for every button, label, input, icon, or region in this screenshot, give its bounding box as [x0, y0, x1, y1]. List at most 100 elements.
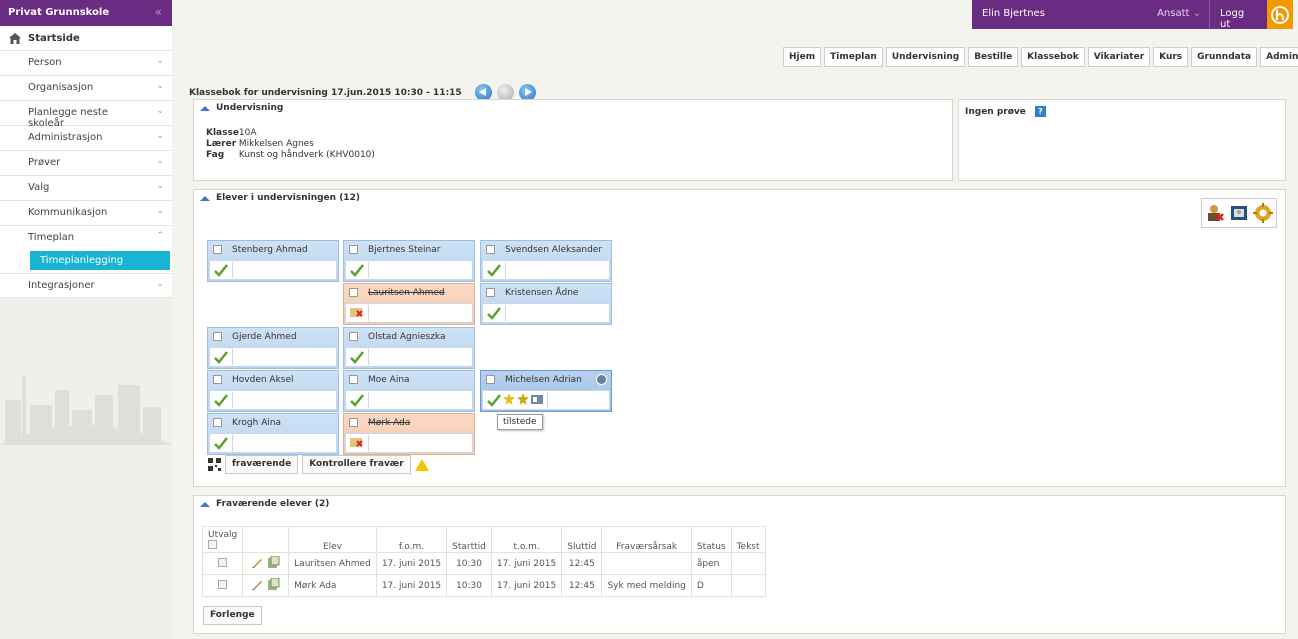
- elever-header[interactable]: Elever i undervisningen (12): [194, 190, 1285, 206]
- logout-button[interactable]: Logg ut: [1209, 0, 1267, 30]
- gear-icon[interactable]: [1253, 203, 1273, 223]
- present-check-icon[interactable]: [487, 393, 501, 407]
- student-card[interactable]: Lauritsen Ahmed: [343, 283, 475, 325]
- qr-code-icon[interactable]: [208, 458, 221, 471]
- student-note-field[interactable]: [505, 262, 609, 278]
- chevron-up-icon: ⌃: [156, 231, 164, 241]
- present-check-icon[interactable]: [350, 263, 364, 277]
- row-checkbox[interactable]: [218, 557, 228, 567]
- student-note-field[interactable]: [368, 392, 472, 408]
- student-note-field[interactable]: [547, 392, 587, 408]
- tab-timeplan[interactable]: Timeplan: [824, 47, 883, 67]
- user-menu[interactable]: Elin Bjertnes Ansatt ⌄: [972, 0, 1209, 29]
- select-all-checkbox[interactable]: [208, 540, 217, 549]
- present-check-icon[interactable]: [214, 263, 228, 277]
- star-plus-icon[interactable]: [503, 393, 515, 405]
- student-card[interactable]: Olstad Agnieszka: [343, 327, 475, 369]
- student-card[interactable]: Stenberg Ahmad: [207, 240, 339, 282]
- student-note-field[interactable]: [368, 349, 472, 365]
- student-card[interactable]: Kristensen Ådne: [480, 283, 612, 325]
- present-check-icon[interactable]: [214, 350, 228, 364]
- menu-label: Person: [28, 57, 62, 68]
- absent-flag-icon[interactable]: [350, 307, 364, 319]
- pencil-icon[interactable]: [251, 578, 264, 591]
- menu-item-organisasjon[interactable]: Organisasjon ⌄: [0, 76, 172, 101]
- present-check-icon[interactable]: [350, 350, 364, 364]
- student-checkbox[interactable]: [349, 418, 358, 427]
- user-role[interactable]: Ansatt ⌄: [1157, 8, 1201, 19]
- absent-flag-icon[interactable]: [350, 437, 364, 449]
- document-icon[interactable]: [267, 555, 280, 569]
- tab-kurs[interactable]: Kurs: [1153, 47, 1189, 67]
- pencil-icon[interactable]: [251, 556, 264, 569]
- student-card[interactable]: Bjertnes Steinar: [343, 240, 475, 282]
- collapse-sidebar-icon[interactable]: «: [155, 5, 162, 19]
- cell-elev: Mørk Ada: [288, 574, 377, 597]
- menu-item-person[interactable]: Person ⌄: [0, 51, 172, 76]
- student-note-field[interactable]: [505, 305, 609, 321]
- present-check-icon[interactable]: [487, 306, 501, 320]
- student-checkbox[interactable]: [349, 375, 358, 384]
- menu-item-administrasjon[interactable]: Administrasjon ⌄: [0, 126, 172, 151]
- tab-vikariater[interactable]: Vikariater: [1087, 47, 1151, 67]
- student-card[interactable]: Gjerde Ahmed: [207, 327, 339, 369]
- tab-hjem[interactable]: Hjem: [783, 47, 822, 67]
- remove-substitute-icon[interactable]: [1205, 203, 1225, 223]
- fravaerende-header[interactable]: Fraværende elever (2): [194, 496, 1285, 512]
- student-checkbox[interactable]: [486, 288, 495, 297]
- row-checkbox[interactable]: [218, 579, 228, 589]
- star-minus-icon[interactable]: [517, 393, 529, 405]
- present-check-icon[interactable]: [350, 393, 364, 407]
- tab-klassebok[interactable]: Klassebok: [1021, 47, 1085, 67]
- student-note-field[interactable]: [232, 435, 336, 451]
- kontrollere-fravaer-button[interactable]: Kontrollere fravær: [302, 455, 411, 474]
- forlenge-button[interactable]: Forlenge: [203, 606, 262, 625]
- student-note-field[interactable]: [368, 435, 472, 451]
- column-label: Utvalg: [208, 530, 238, 540]
- student-info-icon[interactable]: [596, 374, 607, 385]
- student-checkbox[interactable]: [213, 245, 222, 254]
- menu-item-integrasjoner[interactable]: Integrasjoner ⌄: [0, 273, 172, 298]
- photo-icon[interactable]: [1229, 203, 1249, 223]
- menu-item-startside[interactable]: Startside: [0, 26, 172, 51]
- student-checkbox[interactable]: [349, 245, 358, 254]
- menu-item-valg[interactable]: Valg ⌄: [0, 176, 172, 201]
- student-note-field[interactable]: [368, 305, 472, 321]
- student-card[interactable]: Michelsen Adrian: [480, 370, 612, 412]
- student-checkbox[interactable]: [213, 375, 222, 384]
- menu-item-planlegge[interactable]: Planlegge neste skoleår ⌄: [0, 101, 172, 129]
- menu-item-prover[interactable]: Prøver ⌄: [0, 151, 172, 176]
- present-check-icon[interactable]: [214, 393, 228, 407]
- student-note-field[interactable]: [232, 349, 336, 365]
- undervisning-header[interactable]: Undervisning: [194, 100, 952, 116]
- menu-subitem-timeplanlegging[interactable]: Timeplanlegging: [30, 251, 170, 270]
- student-card[interactable]: Krogh Aina: [207, 413, 339, 455]
- student-note-field[interactable]: [232, 392, 336, 408]
- document-icon[interactable]: [267, 577, 280, 591]
- menu-item-kommunikasjon[interactable]: Kommunikasjon ⌄: [0, 201, 172, 226]
- tab-bestille[interactable]: Bestille: [968, 47, 1019, 67]
- student-note-field[interactable]: [368, 262, 472, 278]
- present-check-icon[interactable]: [487, 263, 501, 277]
- student-checkbox[interactable]: [486, 375, 495, 384]
- student-card[interactable]: Hovden Aksel: [207, 370, 339, 412]
- student-card[interactable]: Svendsen Aleksander: [480, 240, 612, 282]
- tab-administrasjon[interactable]: Administrasjon: [1260, 47, 1298, 67]
- student-checkbox[interactable]: [213, 332, 222, 341]
- student-checkbox[interactable]: [349, 332, 358, 341]
- student-card[interactable]: Mørk Ada: [343, 413, 475, 455]
- menu-item-timeplan[interactable]: Timeplan ⌃: [0, 226, 172, 251]
- tab-grunndata[interactable]: Grunndata: [1191, 47, 1258, 67]
- tab-undervisning[interactable]: Undervisning: [885, 47, 966, 67]
- student-note-field[interactable]: [232, 262, 336, 278]
- column-header-tom: t.o.m.: [490, 526, 563, 553]
- help-icon[interactable]: ?: [1034, 106, 1046, 117]
- student-checkbox[interactable]: [213, 418, 222, 427]
- fravaerende-button[interactable]: fraværende: [225, 455, 299, 474]
- student-checkbox[interactable]: [349, 288, 358, 297]
- column-header-utvalg: Utvalg: [201, 526, 244, 553]
- student-checkbox[interactable]: [486, 245, 495, 254]
- id-card-icon[interactable]: [531, 393, 543, 405]
- student-card[interactable]: Moe Aina: [343, 370, 475, 412]
- present-check-icon[interactable]: [214, 436, 228, 450]
